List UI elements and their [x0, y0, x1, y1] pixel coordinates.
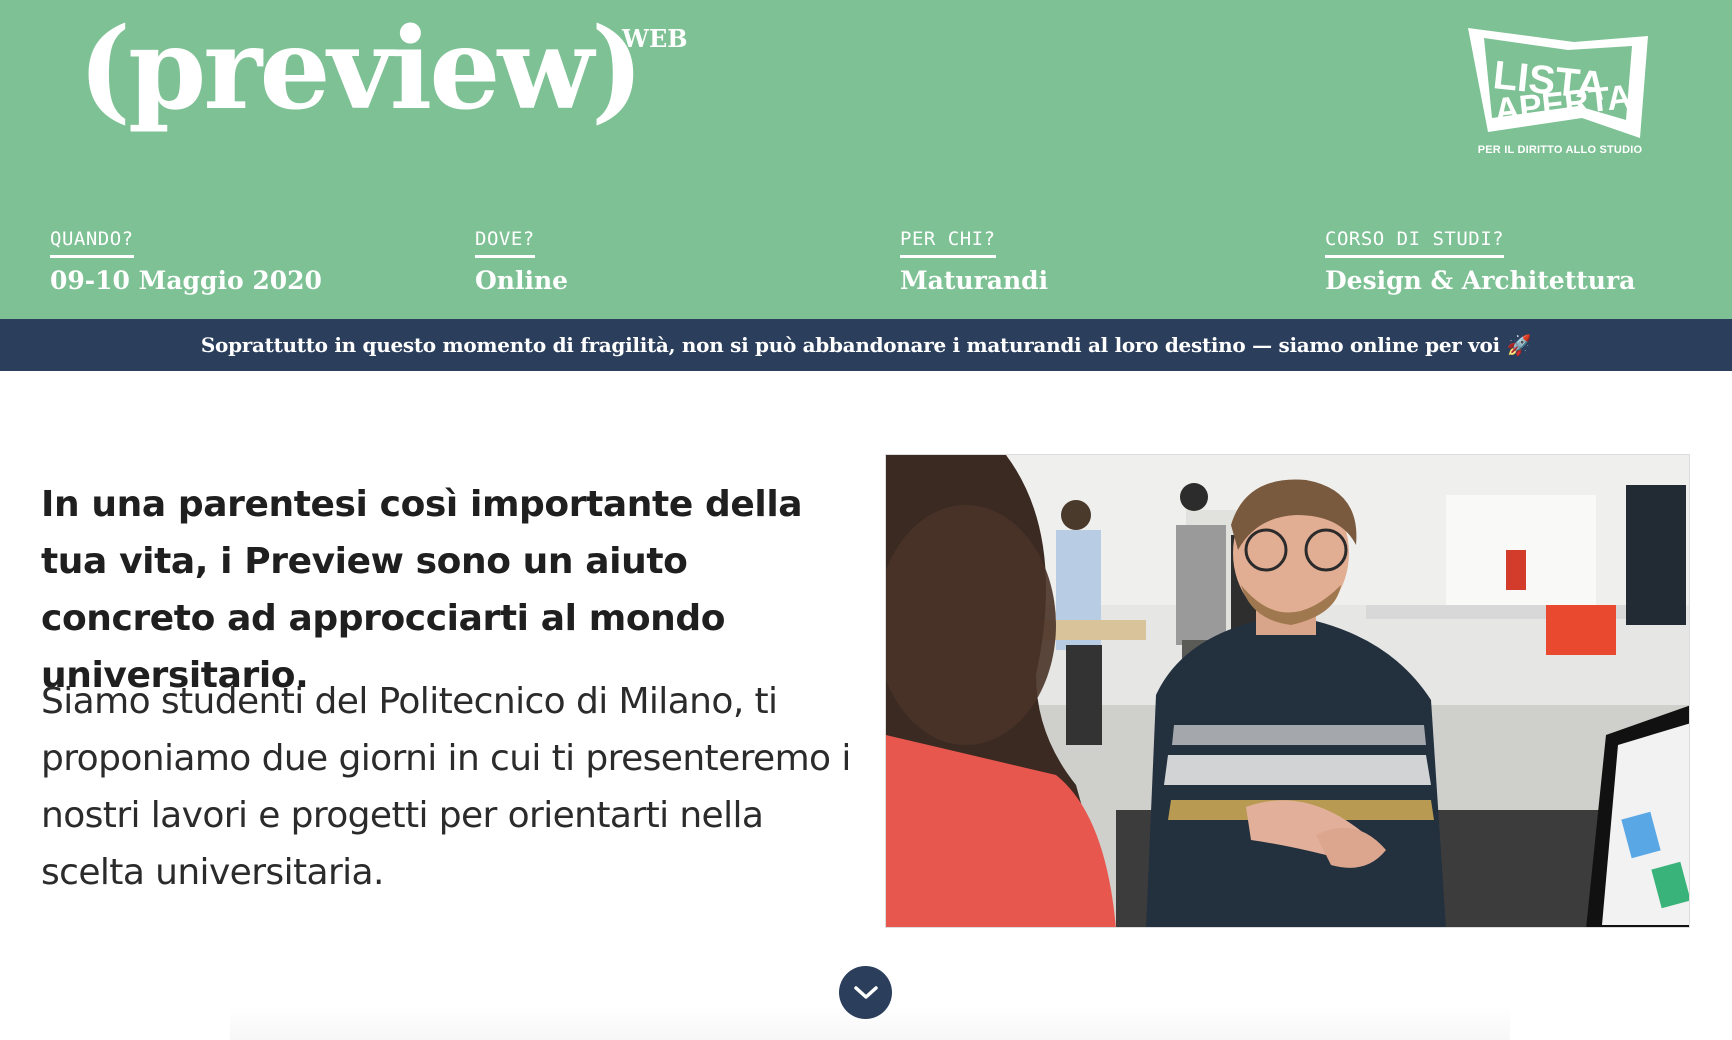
info-when: QUANDO? 09-10 Maggio 2020 — [50, 228, 450, 295]
flag-icon: LISTA APERTA — [1468, 28, 1648, 138]
info-value: Maturandi — [900, 266, 1049, 295]
info-label: QUANDO? — [50, 228, 134, 258]
lead-heading: In una parentesi così importante della t… — [41, 484, 803, 696]
chevron-down-icon — [853, 985, 878, 999]
students-photo — [885, 454, 1690, 928]
badge-tagline: PER IL DIRITTO ALLO STUDIO — [1477, 144, 1643, 156]
lista-aperta-logo[interactable]: LISTA APERTA PER IL DIRITTO ALLO STUDIO — [1462, 26, 1652, 164]
info-label: DOVE? — [475, 228, 535, 258]
logo-web-label: WEB — [622, 24, 688, 53]
info-course: CORSO DI STUDI? Design & Architettura — [1325, 228, 1725, 295]
info-value: 09-10 Maggio 2020 — [50, 266, 322, 295]
preview-logo[interactable]: (preview) — [78, 14, 644, 126]
info-where: DOVE? Online — [475, 228, 875, 295]
info-label: PER CHI? — [900, 228, 996, 258]
info-value: Online — [475, 266, 569, 295]
notice-text: Soprattutto in questo momento di fragili… — [200, 333, 1532, 357]
info-value: Design & Architettura — [1325, 266, 1636, 295]
intro-paragraph: Siamo studenti del Politecnico di Milano… — [41, 681, 851, 893]
info-for-whom: PER CHI? Maturandi — [900, 228, 1300, 295]
notice-bar: Soprattutto in questo momento di fragili… — [0, 319, 1732, 371]
info-label: CORSO DI STUDI? — [1325, 228, 1505, 258]
section-shadow — [230, 1005, 1510, 1040]
site-header: (preview) WEB LISTA APERTA PER IL DIRITT… — [0, 0, 1732, 319]
